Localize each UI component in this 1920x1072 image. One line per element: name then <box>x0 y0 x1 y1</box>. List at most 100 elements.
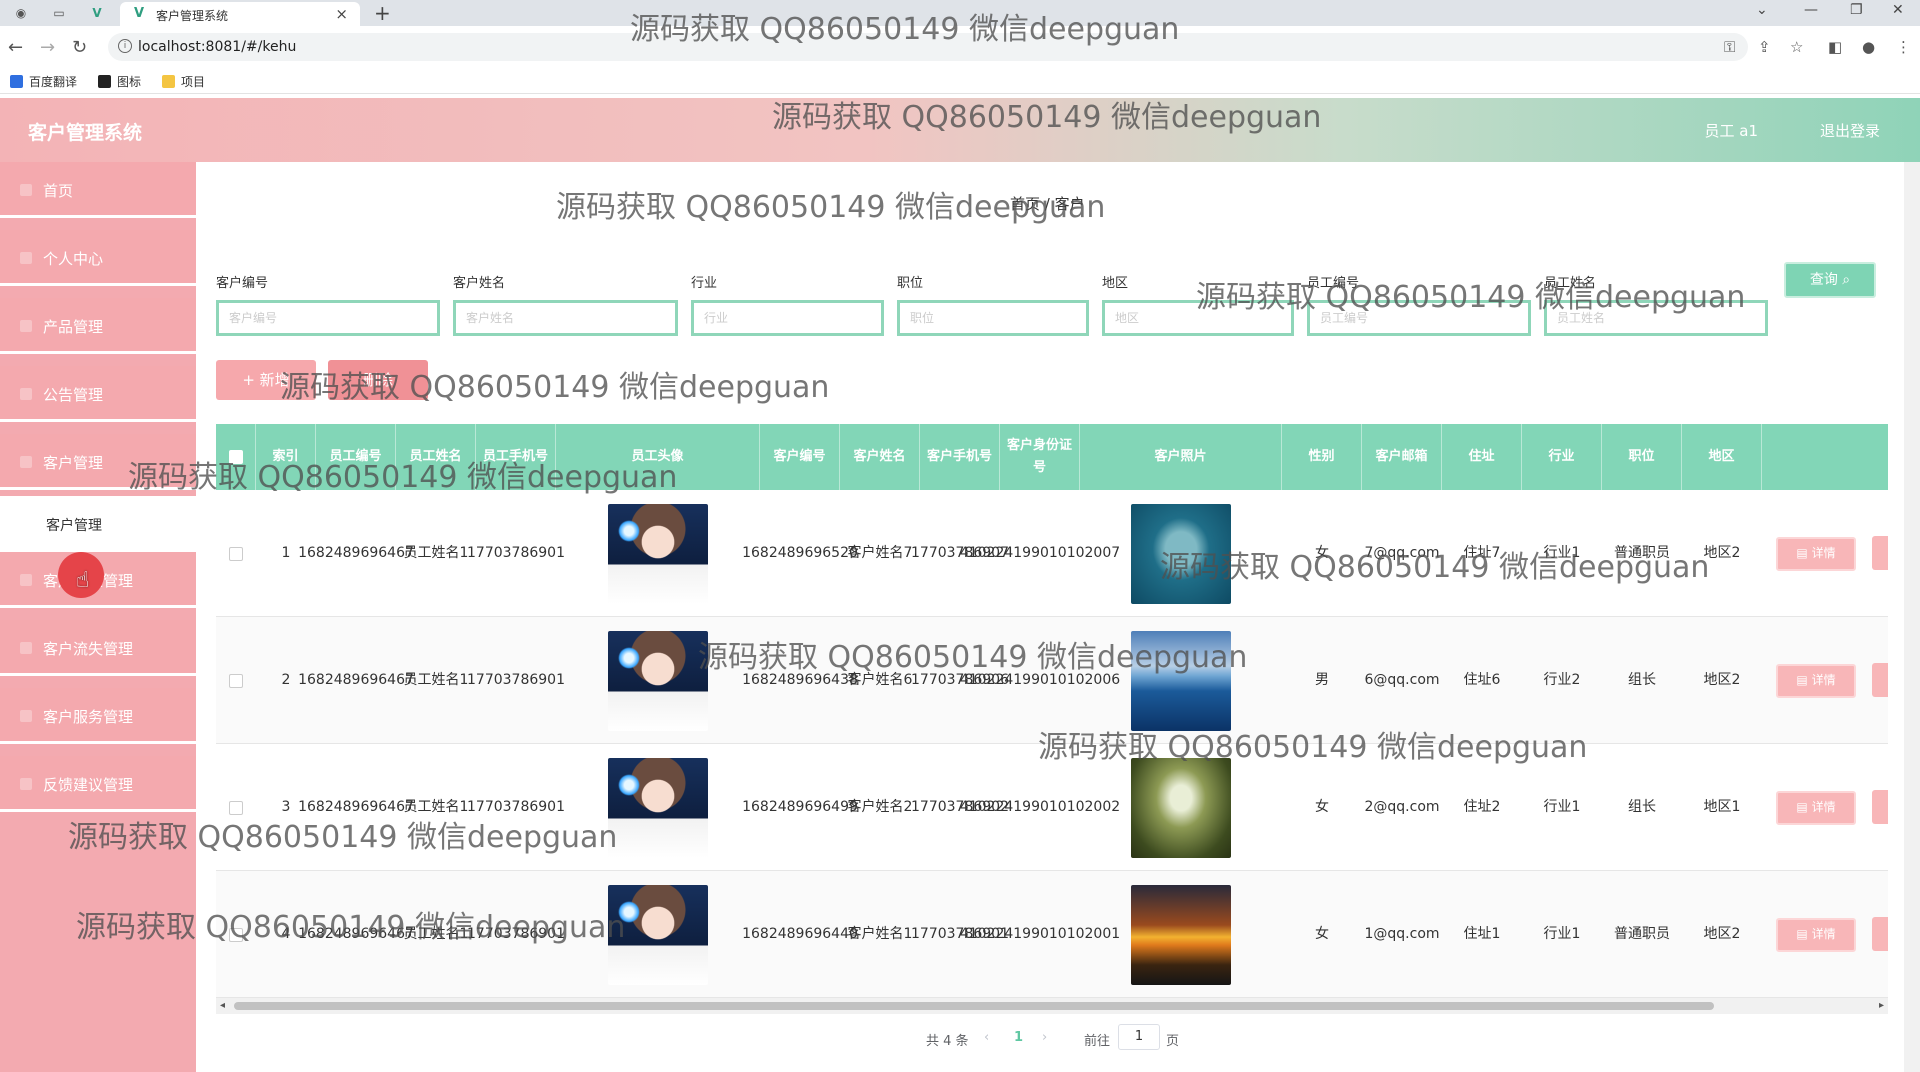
tab-search-icon[interactable]: ⌄ <box>1756 2 1768 18</box>
select-all-checkbox[interactable] <box>228 450 243 464</box>
sidebar-item-products[interactable]: 产品管理 <box>0 298 196 354</box>
employee-avatar[interactable] <box>608 630 708 731</box>
document-icon: ▤ <box>1796 927 1812 941</box>
row-checkbox[interactable] <box>229 546 243 561</box>
search-input-cust-name[interactable] <box>453 300 678 336</box>
row-select-cell[interactable] <box>216 617 256 744</box>
more-icon[interactable]: ⋮ <box>1896 38 1911 56</box>
row-select-cell[interactable] <box>216 490 256 617</box>
edit-button[interactable] <box>1872 663 1888 697</box>
key-icon[interactable]: ⚿ <box>1724 38 1735 56</box>
table-row[interactable]: 3 1682489696467 员工姓名1 17703786901 168248… <box>216 744 1888 871</box>
sidebar-item-home[interactable]: 首页 <box>0 162 196 218</box>
url-field[interactable]: i localhost:8081/#/kehu <box>108 33 1748 61</box>
row-checkbox[interactable] <box>229 927 243 942</box>
delete-button[interactable]: 删除 <box>328 360 428 400</box>
cell-position: 组长 <box>1628 672 1656 688</box>
edit-button[interactable] <box>1872 917 1888 951</box>
sidebar-item-notices[interactable]: 公告管理 <box>0 366 196 422</box>
edit-button[interactable] <box>1872 790 1888 824</box>
reload-icon[interactable]: ↻ <box>72 37 87 58</box>
bookmark-project[interactable]: 项目 <box>162 73 205 90</box>
search-input-cust-no[interactable] <box>216 300 440 336</box>
sidebar-item-label: 客户流失管理 <box>43 640 134 658</box>
horizontal-scrollbar[interactable]: ◂ ▸ <box>216 998 1888 1014</box>
detail-button[interactable]: ▤ 详情 <box>1776 536 1856 571</box>
cell-region: 地区2 <box>1703 926 1741 942</box>
profile-icon[interactable]: ● <box>1862 38 1875 56</box>
employee-avatar[interactable] <box>608 884 708 985</box>
query-button[interactable]: 查询 ⌕ <box>1784 262 1876 298</box>
search-input-region[interactable] <box>1102 300 1294 336</box>
page-number-current[interactable]: 1 <box>1014 1030 1023 1045</box>
browser-tab-active[interactable]: V 客户管理系统 × <box>120 2 360 26</box>
row-checkbox[interactable] <box>229 673 243 688</box>
cell-gender: 女 <box>1315 799 1329 815</box>
sidebar-item-churn[interactable]: 客户流失管理 <box>0 620 196 676</box>
th-emp-avatar: 员工头像 <box>556 424 760 490</box>
select-all-cell[interactable] <box>216 424 256 490</box>
browser-menu-icon[interactable]: ◉ <box>12 4 30 22</box>
back-icon[interactable]: ← <box>8 37 23 58</box>
th-cust-no: 客户编号 <box>760 424 840 490</box>
sidepanel-icon[interactable]: ◧ <box>1828 38 1842 56</box>
th-emp-name: 员工姓名 <box>396 424 476 490</box>
th-actions <box>1762 424 1888 490</box>
sidebar-item-profile[interactable]: 个人中心 <box>0 230 196 286</box>
tab-close-icon[interactable]: × <box>335 5 348 23</box>
table-row[interactable]: 1 1682489696467 员工姓名1 17703786901 168248… <box>216 490 1888 617</box>
star-icon[interactable]: ☆ <box>1790 38 1803 56</box>
customer-photo[interactable] <box>1131 503 1231 604</box>
document-icon: ▤ <box>1796 800 1812 814</box>
search-input-industry[interactable] <box>691 300 884 336</box>
submenu-item-customers[interactable]: 客户管理 <box>0 496 196 552</box>
cell-region: 地区2 <box>1703 545 1741 561</box>
customer-photo[interactable] <box>1131 757 1231 858</box>
search-input-position[interactable] <box>897 300 1089 336</box>
cell-industry: 行业2 <box>1543 672 1581 688</box>
search-input-emp-name[interactable] <box>1544 300 1768 336</box>
add-button[interactable]: + 新增 <box>216 360 316 400</box>
sidebar-item-service[interactable]: 客户服务管理 <box>0 688 196 744</box>
bookmark-icons[interactable]: 图标 <box>98 73 141 90</box>
table-row[interactable]: 4 1682489696467 员工姓名1 17703786901 168248… <box>216 871 1888 998</box>
minimize-icon[interactable]: — <box>1804 2 1818 18</box>
detail-button[interactable]: ▤ 详情 <box>1776 663 1856 698</box>
customer-photo[interactable] <box>1131 630 1231 731</box>
edit-button[interactable] <box>1872 536 1888 570</box>
goto-page-input[interactable]: 1 <box>1118 1024 1160 1050</box>
employee-avatar[interactable] <box>608 503 708 604</box>
scroll-right-icon[interactable]: ▸ <box>1879 998 1884 1014</box>
customer-table: 索引 员工编号 员工姓名 员工手机号 员工头像 客户编号 客户姓名 客户手机号 … <box>216 424 1888 1000</box>
table-row[interactable]: 2 1682489696467 员工姓名1 17703786901 168248… <box>216 617 1888 744</box>
share-icon[interactable]: ⇪ <box>1758 38 1771 56</box>
horizontal-scroll-thumb[interactable] <box>234 1002 1714 1010</box>
sidebar-item-feedback[interactable]: 反馈建议管理 <box>0 756 196 812</box>
new-tab-icon[interactable]: + <box>374 1 391 25</box>
th-index: 索引 <box>256 424 316 490</box>
customer-photo[interactable] <box>1131 884 1231 985</box>
sidebar-item-customers[interactable]: 客户管理 <box>0 434 196 490</box>
vertical-scrollbar[interactable] <box>1904 162 1920 1072</box>
row-checkbox[interactable] <box>229 800 243 815</box>
row-select-cell[interactable] <box>216 744 256 871</box>
search-input-emp-no[interactable] <box>1307 300 1531 336</box>
window-close-icon[interactable]: ✕ <box>1892 2 1904 18</box>
bookmark-baidu-fanyi[interactable]: 百度翻译 <box>10 73 77 90</box>
row-select-cell[interactable] <box>216 871 256 998</box>
detail-button[interactable]: ▤ 详情 <box>1776 790 1856 825</box>
forward-icon[interactable]: → <box>40 37 55 58</box>
vue-tab-icon[interactable]: V <box>88 4 106 22</box>
detail-button[interactable]: ▤ 详情 <box>1776 917 1856 952</box>
search-label-emp-no: 员工编号 <box>1307 276 1360 291</box>
restore-icon[interactable]: ❐ <box>1850 2 1863 18</box>
site-info-icon[interactable]: i <box>118 39 132 53</box>
tab-title: 客户管理系统 <box>156 9 229 23</box>
tab-group-icon[interactable]: ▭ <box>50 4 68 22</box>
sidebar-item-label: 客户服务管理 <box>43 708 134 726</box>
next-page-icon[interactable]: › <box>1042 1030 1047 1045</box>
prev-page-icon[interactable]: ‹ <box>984 1030 989 1045</box>
logout-link[interactable]: 退出登录 <box>1820 120 1880 141</box>
employee-avatar[interactable] <box>608 757 708 858</box>
scroll-left-icon[interactable]: ◂ <box>220 998 225 1014</box>
